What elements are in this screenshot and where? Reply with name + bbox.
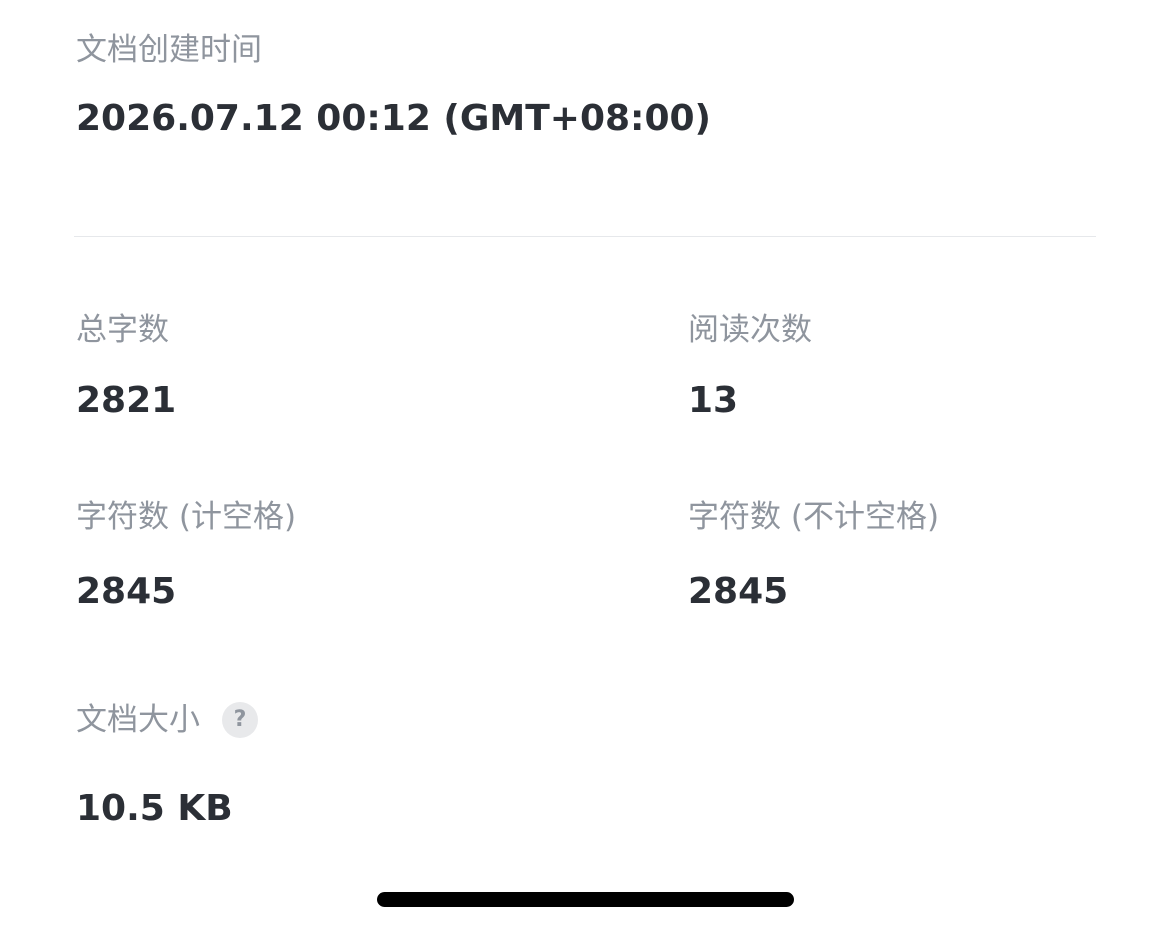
doc-size-label: 文档大小 [76,702,200,738]
read-count-value: 13 [688,380,739,421]
chars-without-spaces-label: 字符数 (不计空格) [688,499,940,535]
chars-with-spaces-value: 2845 [76,571,177,612]
document-info-page: 文档创建时间 2026.07.12 00:12 (GMT+08:00) 总字数 … [0,0,1170,931]
home-indicator[interactable] [377,892,794,907]
total-words-label: 总字数 [76,312,169,348]
chars-without-spaces-value: 2845 [688,571,789,612]
creation-time-value: 2026.07.12 00:12 (GMT+08:00) [76,98,711,139]
total-words-value: 2821 [76,380,177,421]
chars-with-spaces-label: 字符数 (计空格) [76,499,297,535]
section-divider [74,236,1096,237]
doc-size-value: 10.5 KB [76,788,233,829]
question-circle-icon[interactable]: ? [222,702,258,738]
creation-time-label: 文档创建时间 [76,32,262,68]
read-count-label: 阅读次数 [688,312,812,348]
